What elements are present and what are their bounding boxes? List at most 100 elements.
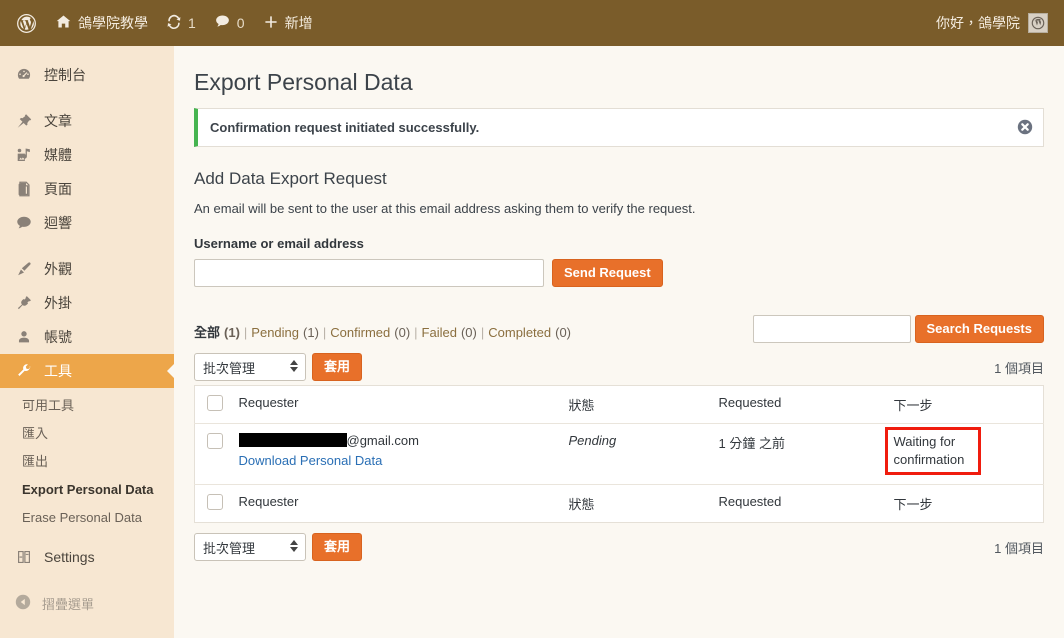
cell-requested: 1 分鐘 之前: [708, 423, 884, 486]
submenu-item-export[interactable]: 匯出: [0, 448, 174, 476]
filter-separator: |: [414, 325, 418, 341]
filter-link-failed[interactable]: Failed: [422, 323, 457, 343]
sidebar-item-settings[interactable]: Settings: [0, 540, 174, 574]
search-requests-button[interactable]: Search Requests: [914, 315, 1044, 344]
sidebar-item-label: 控制台: [44, 67, 86, 83]
row-actions: Download Personal Data: [239, 453, 549, 468]
filter-count-failed: (0): [460, 325, 477, 341]
submenu-item-available-tools[interactable]: 可用工具: [0, 392, 174, 420]
sidebar-item-label: 工具: [44, 363, 72, 379]
table-foot: Requester 狀態 Requested 下一步: [194, 484, 1044, 523]
list-table-top-bar: 全部 (1) | Pending (1) | Confirmed (0) | F…: [194, 315, 1044, 344]
apply-button-top[interactable]: 套用: [312, 353, 363, 382]
filter-link-pending[interactable]: Pending: [251, 323, 299, 343]
sidebar-item-label: 帳號: [44, 329, 72, 345]
column-footer-requested[interactable]: Requested: [708, 484, 884, 523]
dashboard-icon: [14, 65, 34, 85]
wordpress-logo-icon[interactable]: [0, 0, 46, 46]
bulk-action-select-bottom[interactable]: 批次管理: [194, 533, 306, 562]
site-name-menu[interactable]: 鴿學院教學: [46, 0, 157, 46]
user-icon: [14, 327, 34, 347]
tablenav-top: 批次管理 套用 1 個項目: [194, 351, 1044, 383]
select-all-checkbox[interactable]: [207, 395, 223, 412]
add-request-heading: Add Data Export Request: [194, 168, 387, 188]
search-box: Search Requests: [752, 315, 1044, 344]
search-input[interactable]: [752, 315, 911, 344]
submenu-item-import[interactable]: 匯入: [0, 420, 174, 448]
sidebar-item-label: 文章: [44, 113, 72, 129]
filter-link-all[interactable]: 全部: [194, 323, 220, 343]
updates-count: 1: [188, 15, 196, 31]
wrench-icon: [14, 361, 34, 381]
plugin-icon: [14, 293, 34, 313]
media-icon: [14, 145, 34, 165]
sidebar-item-label: 頁面: [44, 181, 72, 197]
filter-link-completed[interactable]: Completed: [488, 323, 551, 343]
updates-icon: [166, 14, 182, 33]
pages-icon: [14, 179, 34, 199]
filter-separator: |: [243, 325, 248, 341]
new-content-menu[interactable]: 新增: [254, 0, 322, 46]
username-or-email-input[interactable]: [194, 259, 544, 288]
row-checkbox[interactable]: [207, 433, 223, 450]
sidebar-item-dashboard[interactable]: 控制台: [0, 58, 174, 92]
main-content: Export Personal Data Confirmation reques…: [174, 46, 1064, 638]
avatar: [1028, 13, 1048, 33]
download-personal-data-link[interactable]: Download Personal Data: [239, 453, 383, 468]
sidebar-item-appearance[interactable]: 外觀: [0, 252, 174, 286]
status-badge: Pending: [568, 433, 617, 449]
comments-menu[interactable]: 0: [205, 0, 254, 46]
column-footer-requester[interactable]: Requester: [228, 484, 559, 523]
username-email-label: Username or email address: [194, 236, 364, 252]
select-all-footer: [194, 484, 229, 523]
filter-separator: |: [322, 325, 327, 341]
filter-link-confirmed[interactable]: Confirmed: [330, 323, 390, 343]
site-name-label: 鴿學院教學: [78, 15, 148, 31]
success-notice: Confirmation request initiated successfu…: [194, 107, 1044, 147]
displaying-num-top: 1 個項目: [994, 360, 1044, 376]
collapse-menu-button[interactable]: 摺疊選單: [0, 586, 174, 620]
sidebar-item-media[interactable]: 媒體: [0, 138, 174, 172]
updates-menu[interactable]: 1: [157, 0, 205, 46]
sidebar-item-comments[interactable]: 迴響: [0, 206, 174, 240]
sidebar-item-label: 外掛: [44, 295, 72, 311]
filter-separator: |: [480, 325, 485, 341]
column-header-requested[interactable]: Requested: [708, 385, 884, 425]
sidebar-item-plugins[interactable]: 外掛: [0, 286, 174, 320]
table-footer-row: Requester 狀態 Requested 下一步: [194, 484, 1044, 523]
redacted-email-bar: [238, 433, 347, 448]
table-head: Requester 狀態 Requested 下一步: [194, 385, 1044, 425]
column-footer-status[interactable]: 狀態: [558, 484, 709, 523]
tablenav-bottom: 批次管理 套用 1 個項目: [194, 531, 1044, 563]
sidebar-item-tools[interactable]: 工具: [0, 354, 175, 388]
bulk-action-selected-label: 批次管理: [203, 360, 256, 376]
column-header-requester[interactable]: Requester: [228, 385, 559, 425]
appearance-brush-icon: [14, 259, 34, 279]
plus-icon: [263, 14, 279, 33]
filter-count-completed: (0): [555, 325, 572, 341]
sidebar-item-posts[interactable]: 文章: [0, 104, 174, 138]
sidebar-item-users[interactable]: 帳號: [0, 320, 174, 354]
submenu-item-erase-personal-data[interactable]: Erase Personal Data: [0, 504, 174, 532]
my-account-menu[interactable]: 你好，鴿學院: [927, 0, 1064, 46]
submenu-item-export-personal-data[interactable]: Export Personal Data: [0, 476, 174, 504]
apply-button-bottom[interactable]: 套用: [312, 533, 363, 562]
send-request-button[interactable]: Send Request: [552, 259, 663, 288]
collapse-arrow-icon: [14, 593, 32, 614]
table-row: @gmail.com Download Personal Data Pendin…: [194, 423, 1044, 486]
bulk-action-select-top[interactable]: 批次管理: [194, 353, 306, 382]
select-all-checkbox-footer[interactable]: [207, 494, 223, 511]
dismiss-x-icon[interactable]: [1015, 117, 1035, 137]
sidebar-item-pages[interactable]: 頁面: [0, 172, 174, 206]
collapse-menu-label: 摺疊選單: [42, 596, 95, 612]
page-title: Export Personal Data: [194, 69, 413, 95]
sidebar-item-label: 迴響: [44, 215, 72, 231]
requester-email-suffix: @gmail.com: [346, 433, 419, 449]
bulk-action-selected-label: 批次管理: [203, 540, 256, 556]
chevron-updown-icon: [290, 360, 298, 373]
filter-count-all: (1): [224, 325, 240, 341]
column-header-status[interactable]: 狀態: [558, 385, 709, 425]
howdy-label: 你好，鴿學院: [936, 15, 1020, 31]
filter-count-pending: (1): [303, 325, 319, 341]
table-body: @gmail.com Download Personal Data Pendin…: [194, 423, 1044, 486]
